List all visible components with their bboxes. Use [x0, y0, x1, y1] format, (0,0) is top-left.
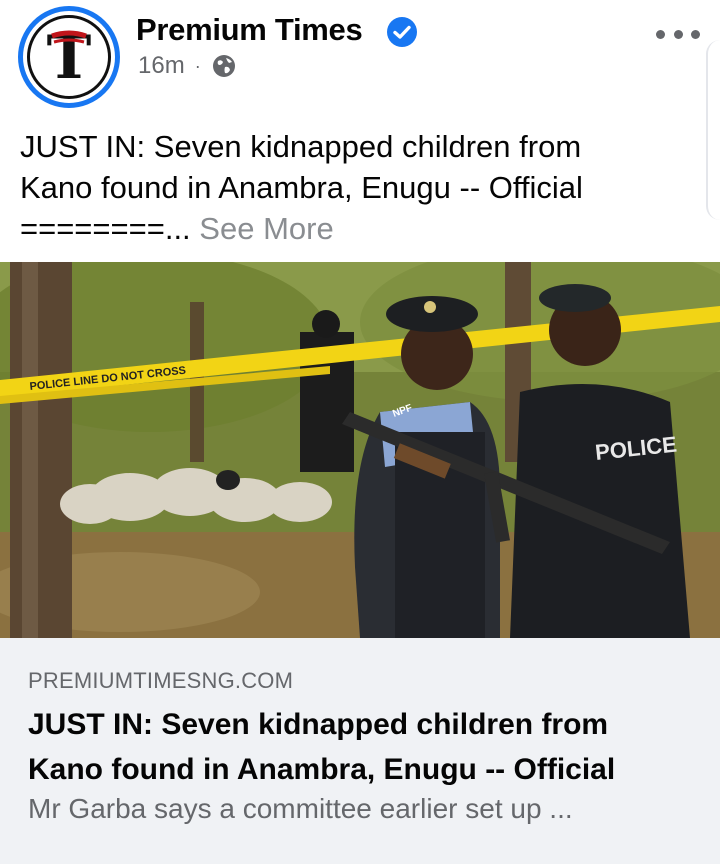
more-dot: [673, 29, 683, 39]
verified-badge-icon: [387, 17, 417, 47]
more-options-icon[interactable]: [656, 24, 700, 44]
post-text: JUST IN: Seven kidnapped children from K…: [20, 126, 700, 249]
adjacent-card-edge: [706, 40, 720, 220]
more-dot: [656, 29, 665, 39]
see-more-link[interactable]: See More: [199, 211, 333, 246]
post-text-truncated: ========...: [20, 211, 191, 246]
post-time[interactable]: 16m: [138, 52, 185, 80]
photo-illustration: POLICE LINE DO NOT CROSS POLICE NPF: [0, 262, 720, 638]
post-text-line: ========... See More: [20, 208, 700, 249]
globe-icon[interactable]: [211, 53, 237, 79]
post-photo[interactable]: POLICE LINE DO NOT CROSS POLICE NPF: [0, 262, 720, 638]
meta-separator: ·: [194, 55, 201, 76]
link-title[interactable]: JUST IN: Seven kidnapped children from K…: [28, 702, 698, 792]
link-title-line: JUST IN: Seven kidnapped children from: [28, 708, 609, 741]
post-text-line: JUST IN: Seven kidnapped children from: [20, 129, 582, 164]
page-avatar[interactable]: T: [18, 6, 120, 108]
link-domain: PREMIUMTIMESNG.COM: [28, 668, 294, 693]
post-header: T Premium Times 16m ·: [0, 0, 720, 118]
post-text-line: Kano found in Anambra, Enugu -- Official: [20, 170, 583, 205]
link-description: Mr Garba says a committee earlier set up…: [28, 793, 573, 824]
more-dot: [691, 29, 700, 39]
post-meta: 16m ·: [138, 52, 237, 80]
premium-times-logo: T: [27, 15, 111, 99]
page-name[interactable]: Premium Times: [136, 12, 363, 48]
link-title-line: Kano found in Anambra, Enugu -- Official: [28, 753, 616, 786]
link-preview-card[interactable]: PREMIUMTIMESNG.COM JUST IN: Seven kidnap…: [0, 638, 720, 864]
